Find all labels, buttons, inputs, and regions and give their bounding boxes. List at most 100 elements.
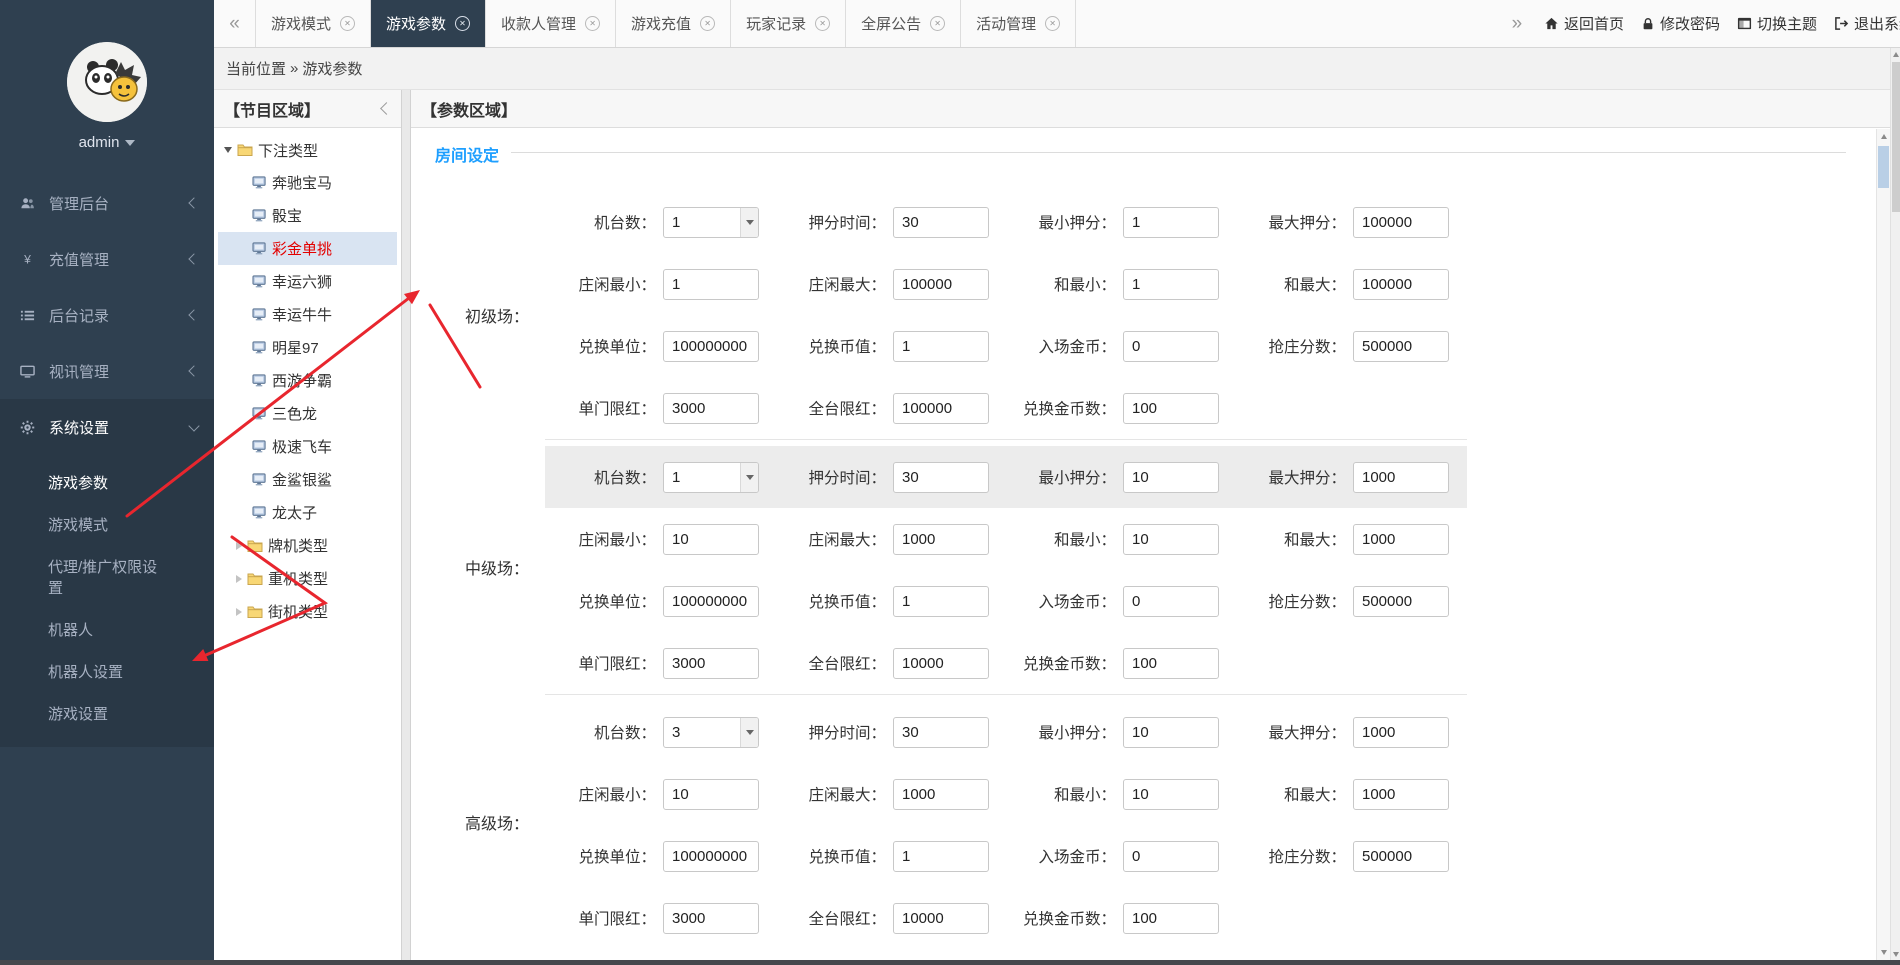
param-input[interactable] xyxy=(893,330,989,362)
param-input[interactable] xyxy=(663,268,759,300)
param-input[interactable] xyxy=(1123,461,1219,493)
params-scrollbar[interactable] xyxy=(1876,129,1890,960)
sidebar-item[interactable]: 视讯管理 xyxy=(0,343,214,399)
tree-item[interactable]: 金鲨银鲨 xyxy=(218,463,397,496)
submenu-item[interactable]: 代理/推广权限设置 xyxy=(0,547,214,611)
tab-close-icon[interactable]: ✕ xyxy=(585,16,601,31)
param-input[interactable] xyxy=(1353,585,1449,617)
param-input[interactable] xyxy=(893,268,989,300)
page-scroll-up-button[interactable] xyxy=(1891,48,1900,60)
page-scrollbar-thumb[interactable] xyxy=(1892,62,1900,212)
submenu-item[interactable]: 机器人设置 xyxy=(0,652,214,694)
param-input[interactable] xyxy=(893,716,989,748)
user-menu[interactable]: admin xyxy=(0,134,214,151)
submenu-item[interactable]: 游戏设置 xyxy=(0,694,214,736)
machine-count-select[interactable]: 3 xyxy=(663,716,759,748)
logout-button[interactable]: 退出系统 xyxy=(1834,13,1900,34)
switch-theme-button[interactable]: 切换主题 xyxy=(1737,13,1817,34)
param-input[interactable] xyxy=(1123,523,1219,555)
param-input[interactable] xyxy=(663,902,759,934)
param-input[interactable] xyxy=(893,523,989,555)
param-input[interactable] xyxy=(663,392,759,424)
param-input[interactable] xyxy=(893,585,989,617)
tree-item[interactable]: 明星97 xyxy=(218,331,397,364)
param-input[interactable] xyxy=(1353,840,1449,872)
param-input[interactable] xyxy=(1123,902,1219,934)
tree-item[interactable]: 西游争霸 xyxy=(218,364,397,397)
expand-icon[interactable] xyxy=(236,541,242,550)
param-input[interactable] xyxy=(1123,585,1219,617)
tree-folder[interactable]: 街机类型 xyxy=(218,595,397,628)
tabs-scroll-left-button[interactable]: « xyxy=(214,0,256,47)
param-input[interactable] xyxy=(893,902,989,934)
param-input[interactable] xyxy=(1353,716,1449,748)
tab[interactable]: 游戏参数 ✕ xyxy=(371,0,487,47)
expand-icon[interactable] xyxy=(236,607,242,616)
param-input[interactable] xyxy=(1353,268,1449,300)
machine-count-select[interactable]: 1 xyxy=(663,206,759,238)
expand-icon[interactable] xyxy=(236,574,242,583)
params-scrollbar-thumb[interactable] xyxy=(1878,146,1889,188)
param-input[interactable] xyxy=(663,585,759,617)
expand-icon[interactable] xyxy=(224,147,232,153)
param-input[interactable] xyxy=(893,778,989,810)
tree-item[interactable]: 三色龙 xyxy=(218,397,397,430)
param-input[interactable] xyxy=(663,330,759,362)
page-scroll-down-button[interactable] xyxy=(1891,948,1900,960)
param-input[interactable] xyxy=(1353,206,1449,238)
tab[interactable]: 游戏充值 ✕ xyxy=(616,0,732,47)
tab[interactable]: 收款人管理 ✕ xyxy=(486,0,617,47)
tree-folder[interactable]: 重机类型 xyxy=(218,562,397,595)
home-button[interactable]: 返回首页 xyxy=(1544,13,1624,34)
page-scrollbar[interactable] xyxy=(1890,48,1900,960)
tab-close-icon[interactable]: ✕ xyxy=(340,16,356,31)
param-input[interactable] xyxy=(1353,523,1449,555)
param-input[interactable] xyxy=(1123,647,1219,679)
submenu-item[interactable]: 游戏参数 xyxy=(0,463,214,505)
tree-folder[interactable]: 牌机类型 xyxy=(218,529,397,562)
param-input[interactable] xyxy=(1123,206,1219,238)
tab-close-icon[interactable]: ✕ xyxy=(1045,16,1061,31)
tab[interactable]: 活动管理 ✕ xyxy=(961,0,1077,47)
submenu-item[interactable]: 游戏模式 xyxy=(0,505,214,547)
param-input[interactable] xyxy=(893,840,989,872)
param-input[interactable] xyxy=(893,647,989,679)
tree-item[interactable]: 极速飞车 xyxy=(218,430,397,463)
param-input[interactable] xyxy=(663,647,759,679)
param-input[interactable] xyxy=(663,840,759,872)
param-input[interactable] xyxy=(1123,778,1219,810)
avatar[interactable] xyxy=(67,42,147,122)
sidebar-item[interactable]: 后台记录 xyxy=(0,287,214,343)
param-input[interactable] xyxy=(663,523,759,555)
param-input[interactable] xyxy=(1123,716,1219,748)
param-input[interactable] xyxy=(663,778,759,810)
tabs-scroll-right-button[interactable]: » xyxy=(1500,0,1534,47)
tab-close-icon[interactable]: ✕ xyxy=(815,16,831,31)
tab-close-icon[interactable]: ✕ xyxy=(700,16,716,31)
tab-close-icon[interactable]: ✕ xyxy=(455,16,471,31)
tree-item[interactable]: 幸运六狮 xyxy=(218,265,397,298)
tree-item[interactable]: 骰宝 xyxy=(218,199,397,232)
param-input[interactable] xyxy=(893,461,989,493)
param-input[interactable] xyxy=(1123,330,1219,362)
param-input[interactable] xyxy=(1353,461,1449,493)
change-password-button[interactable]: 修改密码 xyxy=(1641,13,1720,34)
sidebar-item[interactable]: 管理后台 xyxy=(0,175,214,231)
tree-item[interactable]: 幸运牛牛 xyxy=(218,298,397,331)
param-input[interactable] xyxy=(1123,268,1219,300)
param-input[interactable] xyxy=(1123,840,1219,872)
tree-item[interactable]: 奔驰宝马 xyxy=(218,166,397,199)
machine-count-select[interactable]: 1 xyxy=(663,461,759,493)
tree-root[interactable]: 下注类型 xyxy=(218,134,397,166)
param-input[interactable] xyxy=(893,206,989,238)
tab[interactable]: 游戏模式 ✕ xyxy=(256,0,372,47)
sidebar-item[interactable]: ¥ 充值管理 xyxy=(0,231,214,287)
sidebar-item[interactable]: 系统设置 xyxy=(0,399,214,455)
param-input[interactable] xyxy=(1123,392,1219,424)
submenu-item[interactable]: 机器人 xyxy=(0,610,214,652)
tab[interactable]: 全屏公告 ✕ xyxy=(846,0,962,47)
tab-close-icon[interactable]: ✕ xyxy=(930,16,946,31)
collapse-panel-icon[interactable] xyxy=(380,102,393,115)
param-input[interactable] xyxy=(893,392,989,424)
tab[interactable]: 玩家记录 ✕ xyxy=(731,0,847,47)
